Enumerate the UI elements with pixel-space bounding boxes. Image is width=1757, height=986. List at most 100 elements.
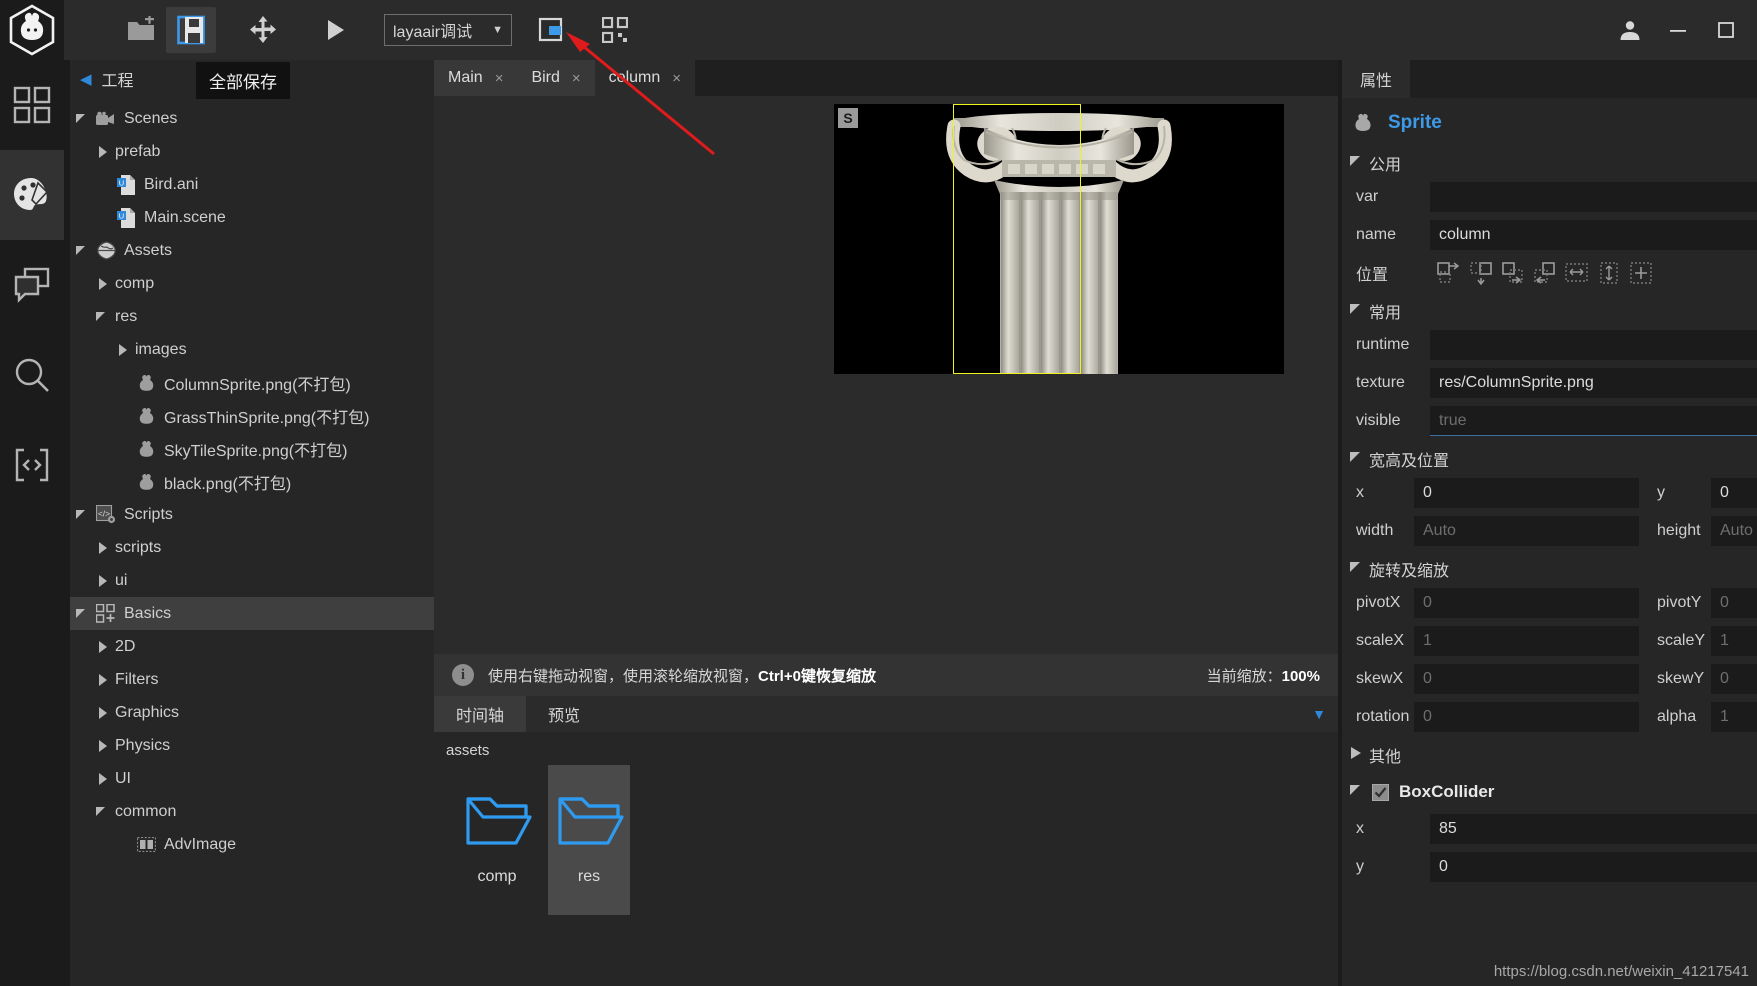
editor-tab-main[interactable]: Main × bbox=[434, 60, 518, 96]
tree-item-columnsprite-png[interactable]: ColumnSprite.png(不打包) bbox=[70, 366, 434, 399]
tree-collapse-icon[interactable] bbox=[76, 244, 90, 258]
section-rotation-scale[interactable]: 旋转及缩放 bbox=[1342, 552, 1757, 586]
bottom-panel-dropdown-icon[interactable]: ▼ bbox=[1312, 696, 1338, 732]
tree-expand-icon[interactable] bbox=[96, 640, 110, 654]
tree-item-bird-ani[interactable]: U Bird.ani bbox=[70, 168, 434, 201]
scene-canvas[interactable]: S i 使用右键拖动视窗，使用滚轮缩放视窗， Ctrl+0键恢复缩放 当前缩放：… bbox=[434, 96, 1338, 696]
tree-item-assets[interactable]: Assets bbox=[70, 234, 434, 267]
save-all-button[interactable] bbox=[166, 7, 216, 53]
distribute-horizontal-icon[interactable] bbox=[1564, 261, 1590, 285]
tree-item-images[interactable]: images bbox=[70, 333, 434, 366]
tree-item-ui[interactable]: UI bbox=[70, 762, 434, 795]
tree-expand-icon[interactable] bbox=[96, 706, 110, 720]
palette-icon[interactable] bbox=[0, 150, 64, 240]
qrcode-button[interactable] bbox=[590, 7, 640, 53]
tree-item-basics[interactable]: Basics bbox=[70, 597, 434, 630]
boxcollider-y-input[interactable] bbox=[1430, 852, 1757, 882]
height-input[interactable] bbox=[1711, 516, 1757, 546]
layers-icon[interactable] bbox=[0, 240, 64, 330]
apps-grid-icon[interactable] bbox=[0, 60, 64, 150]
section-frequent[interactable]: 常用 bbox=[1342, 294, 1757, 328]
new-project-button[interactable] bbox=[116, 7, 166, 53]
close-icon[interactable]: × bbox=[672, 70, 681, 87]
maximize-button[interactable] bbox=[1703, 7, 1749, 53]
width-input[interactable] bbox=[1414, 516, 1639, 546]
tree-item-graphics[interactable]: Graphics bbox=[70, 696, 434, 729]
editor-tab-column[interactable]: column × bbox=[594, 60, 696, 96]
tree-item-black-png[interactable]: black.png(不打包) bbox=[70, 465, 434, 498]
tree-expand-icon[interactable] bbox=[116, 343, 130, 357]
tree-expand-icon[interactable] bbox=[96, 541, 110, 555]
tree-expand-icon[interactable] bbox=[96, 277, 110, 291]
tree-collapse-icon[interactable] bbox=[76, 607, 90, 621]
tree-item-scenes[interactable]: Scenes bbox=[70, 102, 434, 135]
align-left-icon[interactable] bbox=[1436, 261, 1462, 285]
collapse-panel-button[interactable]: ◀ bbox=[80, 70, 92, 88]
close-icon[interactable]: × bbox=[572, 70, 581, 87]
tree-expand-icon[interactable] bbox=[96, 145, 110, 159]
tab-properties[interactable]: 属性 bbox=[1342, 60, 1411, 98]
visible-input[interactable] bbox=[1430, 406, 1757, 436]
bottom-tab-0[interactable]: 时间轴 bbox=[434, 696, 527, 732]
section-size-position[interactable]: 宽高及位置 bbox=[1342, 442, 1757, 476]
bottom-tab-1[interactable]: 预览 bbox=[526, 696, 603, 732]
tree-collapse-icon[interactable] bbox=[76, 508, 90, 522]
transform-tool-button[interactable] bbox=[238, 7, 288, 53]
tree-item-advimage[interactable]: AdvImage bbox=[70, 828, 434, 861]
var-input[interactable] bbox=[1430, 182, 1757, 212]
search-icon[interactable] bbox=[0, 330, 64, 420]
texture-input[interactable] bbox=[1430, 368, 1757, 398]
section-other[interactable]: 其他 bbox=[1342, 738, 1757, 772]
tree-item-common[interactable]: common bbox=[70, 795, 434, 828]
asset-folder-res[interactable]: res bbox=[548, 765, 630, 915]
debug-mode-select[interactable]: layaair调试 ▼ bbox=[384, 14, 512, 46]
runtime-input[interactable] bbox=[1430, 330, 1757, 360]
minimize-button[interactable] bbox=[1655, 7, 1701, 53]
tree-item-ui[interactable]: ui bbox=[70, 564, 434, 597]
x-input[interactable] bbox=[1414, 478, 1639, 508]
boxcollider-checkbox[interactable] bbox=[1372, 783, 1389, 801]
tree-item-skytilesprite-png[interactable]: SkyTileSprite.png(不打包) bbox=[70, 432, 434, 465]
tree-item-2d[interactable]: 2D bbox=[70, 630, 434, 663]
center-both-icon[interactable] bbox=[1628, 261, 1654, 285]
stage[interactable]: S bbox=[834, 104, 1284, 374]
tree-item-res[interactable]: res bbox=[70, 300, 434, 333]
align-bottom-icon[interactable] bbox=[1532, 261, 1558, 285]
tree-expand-icon[interactable] bbox=[96, 739, 110, 753]
y-input[interactable] bbox=[1711, 478, 1757, 508]
tree-collapse-icon[interactable] bbox=[96, 805, 110, 819]
boxcollider-x-input[interactable] bbox=[1430, 814, 1757, 844]
skewy-input[interactable] bbox=[1711, 664, 1757, 694]
align-right-icon[interactable] bbox=[1468, 261, 1494, 286]
section-common[interactable]: 公用 bbox=[1342, 146, 1757, 180]
tree-item-grassthinsprite-png[interactable]: GrassThinSprite.png(不打包) bbox=[70, 399, 434, 432]
tree-item-prefab[interactable]: prefab bbox=[70, 135, 434, 168]
tree-item-main-scene[interactable]: U Main.scene bbox=[70, 201, 434, 234]
tree-item-scripts[interactable]: </> Scripts bbox=[70, 498, 434, 531]
distribute-vertical-icon[interactable] bbox=[1596, 261, 1622, 285]
pivotx-input[interactable] bbox=[1414, 588, 1639, 618]
tree-expand-icon[interactable] bbox=[96, 574, 110, 588]
section-boxcollider[interactable]: BoxCollider bbox=[1342, 772, 1757, 812]
code-icon[interactable] bbox=[0, 420, 64, 510]
alpha-input[interactable] bbox=[1711, 702, 1757, 732]
tree-item-scripts[interactable]: scripts bbox=[70, 531, 434, 564]
asset-folder-comp[interactable]: comp bbox=[456, 765, 538, 915]
tree-item-physics[interactable]: Physics bbox=[70, 729, 434, 762]
pivoty-input[interactable] bbox=[1711, 588, 1757, 618]
editor-tab-bird[interactable]: Bird × bbox=[517, 60, 595, 96]
tree-collapse-icon[interactable] bbox=[96, 310, 110, 324]
close-icon[interactable]: × bbox=[495, 70, 504, 87]
tree-item-comp[interactable]: comp bbox=[70, 267, 434, 300]
scalex-input[interactable] bbox=[1414, 626, 1639, 656]
tree-collapse-icon[interactable] bbox=[76, 112, 90, 126]
name-input[interactable] bbox=[1430, 220, 1757, 250]
tree-expand-icon[interactable] bbox=[96, 673, 110, 687]
tree-expand-icon[interactable] bbox=[96, 772, 110, 786]
rotation-input[interactable] bbox=[1414, 702, 1639, 732]
account-button[interactable] bbox=[1607, 7, 1653, 53]
tree-item-filters[interactable]: Filters bbox=[70, 663, 434, 696]
run-button[interactable] bbox=[310, 7, 360, 53]
skewx-input[interactable] bbox=[1414, 664, 1639, 694]
export-button[interactable] bbox=[526, 7, 576, 53]
